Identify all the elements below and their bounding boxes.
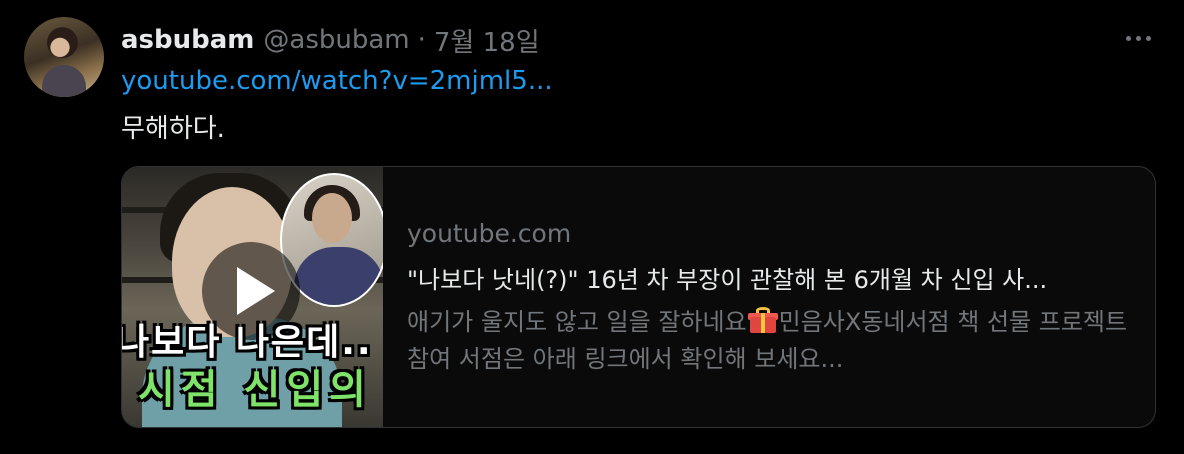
card-info: youtube.com "나보다 낫네(?)" 16년 차 부장이 관찰해 본 … — [407, 219, 1137, 378]
author-handle[interactable]: @asbubam — [263, 25, 409, 55]
more-dot — [1135, 35, 1141, 41]
inset-person-body — [294, 247, 383, 305]
thumbnail-caption-line2: 시점 신입의 — [138, 367, 372, 413]
more-options-icon[interactable] — [1122, 28, 1154, 48]
tweet-link[interactable]: youtube.com/watch?v=2mjml5... — [121, 66, 553, 96]
card-title[interactable]: "나보다 낫네(?)" 16년 차 부장이 관찰해 본 6개월 차 신입 사..… — [407, 260, 1137, 295]
tweet-header: asbubam @asbubam · 7월 18일 — [121, 22, 540, 58]
header-separator: · — [417, 25, 426, 55]
avatar[interactable] — [24, 17, 104, 97]
play-triangle — [237, 267, 275, 315]
tweet-text: 무해하다. — [121, 114, 225, 144]
link-preview-card[interactable]: 나보다 나은데.. 시점 신입의 youtube.com "나보다 낫네(?)"… — [121, 166, 1156, 428]
more-dot — [1145, 35, 1151, 41]
card-domain: youtube.com — [407, 219, 572, 248]
card-description-part1: 애기가 울지도 않고 일을 잘하네요 — [407, 308, 747, 336]
gift-icon — [747, 307, 778, 333]
tweet-date[interactable]: 7월 18일 — [434, 22, 540, 59]
more-dot — [1125, 35, 1131, 41]
video-thumbnail[interactable]: 나보다 나은데.. 시점 신입의 — [122, 167, 383, 427]
author-name[interactable]: asbubam — [121, 25, 254, 55]
avatar-figure — [42, 65, 86, 97]
inset-person-face — [312, 193, 352, 243]
card-description: 애기가 울지도 않고 일을 잘하네요 민음사X동네서점 책 선물 프로젝트 참여 … — [407, 304, 1137, 378]
